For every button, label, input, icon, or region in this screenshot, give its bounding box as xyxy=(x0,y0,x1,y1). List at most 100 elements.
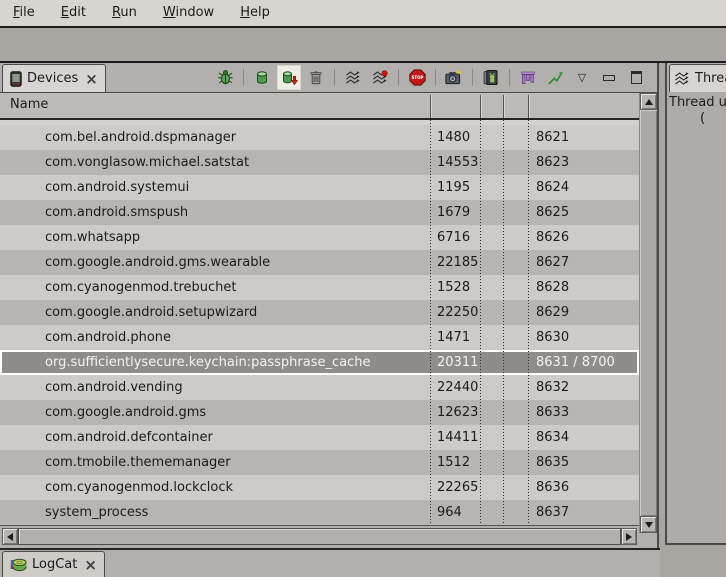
menu-window[interactable]: Window xyxy=(150,1,227,25)
logcat-icon xyxy=(10,557,27,572)
debug-bug-icon xyxy=(217,69,234,86)
client-port: 8636 xyxy=(528,480,639,495)
client-pid: 1512 xyxy=(430,455,480,470)
device-phone-icon xyxy=(10,71,22,87)
view-hierarchy-button[interactable] xyxy=(517,66,539,89)
device-client-row[interactable]: com.android.vending224408632 xyxy=(0,375,639,400)
tab-logcat[interactable]: LogCat × xyxy=(2,551,105,577)
client-pid: 22185 xyxy=(430,255,480,270)
client-port: 8633 xyxy=(528,405,639,420)
arrow-chart-icon xyxy=(547,70,563,86)
client-port: 8637 xyxy=(528,505,639,520)
toolbar-separator xyxy=(334,69,335,86)
device-table-rows: com.bel.android.dspmanager14808621com.vo… xyxy=(0,125,639,525)
device-client-row[interactable]: com.cyanogenmod.trebuchet15288628 xyxy=(0,275,639,300)
update-heap-button[interactable] xyxy=(251,66,273,89)
minimize-button[interactable] xyxy=(598,66,620,89)
vertical-scrollbar[interactable] xyxy=(639,93,657,533)
client-pid: 14411 xyxy=(430,430,480,445)
column-grid-line xyxy=(480,120,481,525)
main-area: Devices × STOP ▽ Name com.bel.android.dsp… xyxy=(0,63,726,577)
maximize-icon xyxy=(631,71,642,84)
column-separator[interactable] xyxy=(503,95,504,118)
device-client-row[interactable]: com.google.android.gms.wearable221858627 xyxy=(0,250,639,275)
tab-logcat-label: LogCat xyxy=(32,557,77,572)
horizontal-scrollbar[interactable] xyxy=(2,528,637,545)
device-client-row[interactable]: com.whatsapp67168626 xyxy=(0,225,639,250)
scroll-down-button[interactable] xyxy=(640,516,657,533)
device-client-row[interactable]: com.cyanogenmod.lockclock222658636 xyxy=(0,475,639,500)
device-client-row[interactable]: org.sufficientlysecure.keychain:passphra… xyxy=(0,350,639,375)
toolbar-separator xyxy=(398,69,399,86)
threads-message-line2: ( xyxy=(669,111,726,127)
method-profiling-icon xyxy=(372,70,388,86)
vertical-scroll-thumb[interactable] xyxy=(640,110,657,516)
scroll-left-button[interactable] xyxy=(2,528,18,545)
horizontal-scroll-thumb[interactable] xyxy=(18,528,621,545)
view-menu-button[interactable]: ▽ xyxy=(571,66,593,89)
device-client-row[interactable]: system_process9648637 xyxy=(0,500,639,525)
column-separator[interactable] xyxy=(528,95,529,118)
client-name: com.google.android.gms xyxy=(0,405,430,420)
threads-tabbar: Threads xyxy=(667,63,726,92)
scroll-up-button[interactable] xyxy=(640,93,657,110)
opengl-trace-button[interactable] xyxy=(544,66,566,89)
cause-gc-button[interactable] xyxy=(305,66,327,89)
close-icon[interactable]: × xyxy=(84,559,97,571)
threads-panel: Threads Thread up ( xyxy=(665,63,726,545)
menu-edit[interactable]: Edit xyxy=(48,1,99,25)
stop-process-button[interactable]: STOP xyxy=(406,66,428,89)
client-pid: 14553 xyxy=(430,155,480,170)
device-client-row[interactable]: com.vonglasow.michael.satstat145538623 xyxy=(0,150,639,175)
debug-process-button[interactable] xyxy=(214,66,236,89)
screen-capture-button[interactable] xyxy=(443,66,465,89)
tab-threads[interactable]: Threads xyxy=(669,64,726,92)
client-name: com.android.smspush xyxy=(0,205,430,220)
close-icon[interactable]: × xyxy=(85,73,98,85)
method-profiling-button[interactable] xyxy=(369,66,391,89)
client-port: 8628 xyxy=(528,280,639,295)
dump-hprof-icon xyxy=(281,69,298,86)
client-pid: 12623 xyxy=(430,405,480,420)
scroll-right-button[interactable] xyxy=(621,528,637,545)
menu-help[interactable]: Help xyxy=(227,1,283,25)
camera-icon xyxy=(445,69,463,86)
device-client-row[interactable]: com.tmobile.thememanager15128635 xyxy=(0,450,639,475)
device-client-row[interactable]: com.google.android.gms12623 8633 xyxy=(0,400,639,425)
logcat-bar: LogCat × xyxy=(0,548,660,577)
column-grid-line xyxy=(528,120,529,525)
device-client-row[interactable]: com.bel.android.dspmanager14808621 xyxy=(0,125,639,150)
threads-message: Thread up ( xyxy=(667,92,726,127)
tab-devices[interactable]: Devices × xyxy=(2,64,106,92)
minimize-icon xyxy=(603,75,615,81)
menu-run[interactable]: Run xyxy=(99,1,150,25)
device-table-body: com.bel.android.dspmanager14808621com.vo… xyxy=(0,120,639,526)
column-grid-line xyxy=(503,120,504,525)
threads-zigzag-icon xyxy=(345,70,361,86)
menu-bar: FileEditRunWindowHelp xyxy=(0,0,726,28)
column-grid-line xyxy=(430,120,431,525)
client-pid: 1528 xyxy=(430,280,480,295)
stop-icon: STOP xyxy=(409,69,426,86)
client-port: 8626 xyxy=(528,230,639,245)
device-client-row[interactable]: com.android.smspush16798625 xyxy=(0,200,639,225)
update-threads-button[interactable] xyxy=(342,66,364,89)
client-pid: 22250 xyxy=(430,305,480,320)
maximize-button[interactable] xyxy=(625,66,647,89)
column-separator[interactable] xyxy=(480,95,481,118)
device-client-row[interactable]: com.android.defcontainer144118634 xyxy=(0,425,639,450)
arrow-up-icon xyxy=(645,99,653,105)
dump-hprof-button[interactable] xyxy=(278,66,300,89)
device-client-row[interactable]: com.android.systemui11958624 xyxy=(0,175,639,200)
column-separator[interactable] xyxy=(430,95,431,118)
device-client-row[interactable]: com.google.android.setupwizard222508629 xyxy=(0,300,639,325)
systrace-button[interactable] xyxy=(480,66,502,89)
toolbar-separator xyxy=(435,69,436,86)
client-pid: 20311 xyxy=(430,355,480,370)
device-client-row[interactable]: com.android.phone14718630 xyxy=(0,325,639,350)
column-header-name[interactable]: Name xyxy=(10,97,48,112)
client-port: 8632 xyxy=(528,380,639,395)
threads-message-line1: Thread up xyxy=(669,95,726,111)
menu-file[interactable]: File xyxy=(0,1,48,25)
client-pid: 22440 xyxy=(430,380,480,395)
